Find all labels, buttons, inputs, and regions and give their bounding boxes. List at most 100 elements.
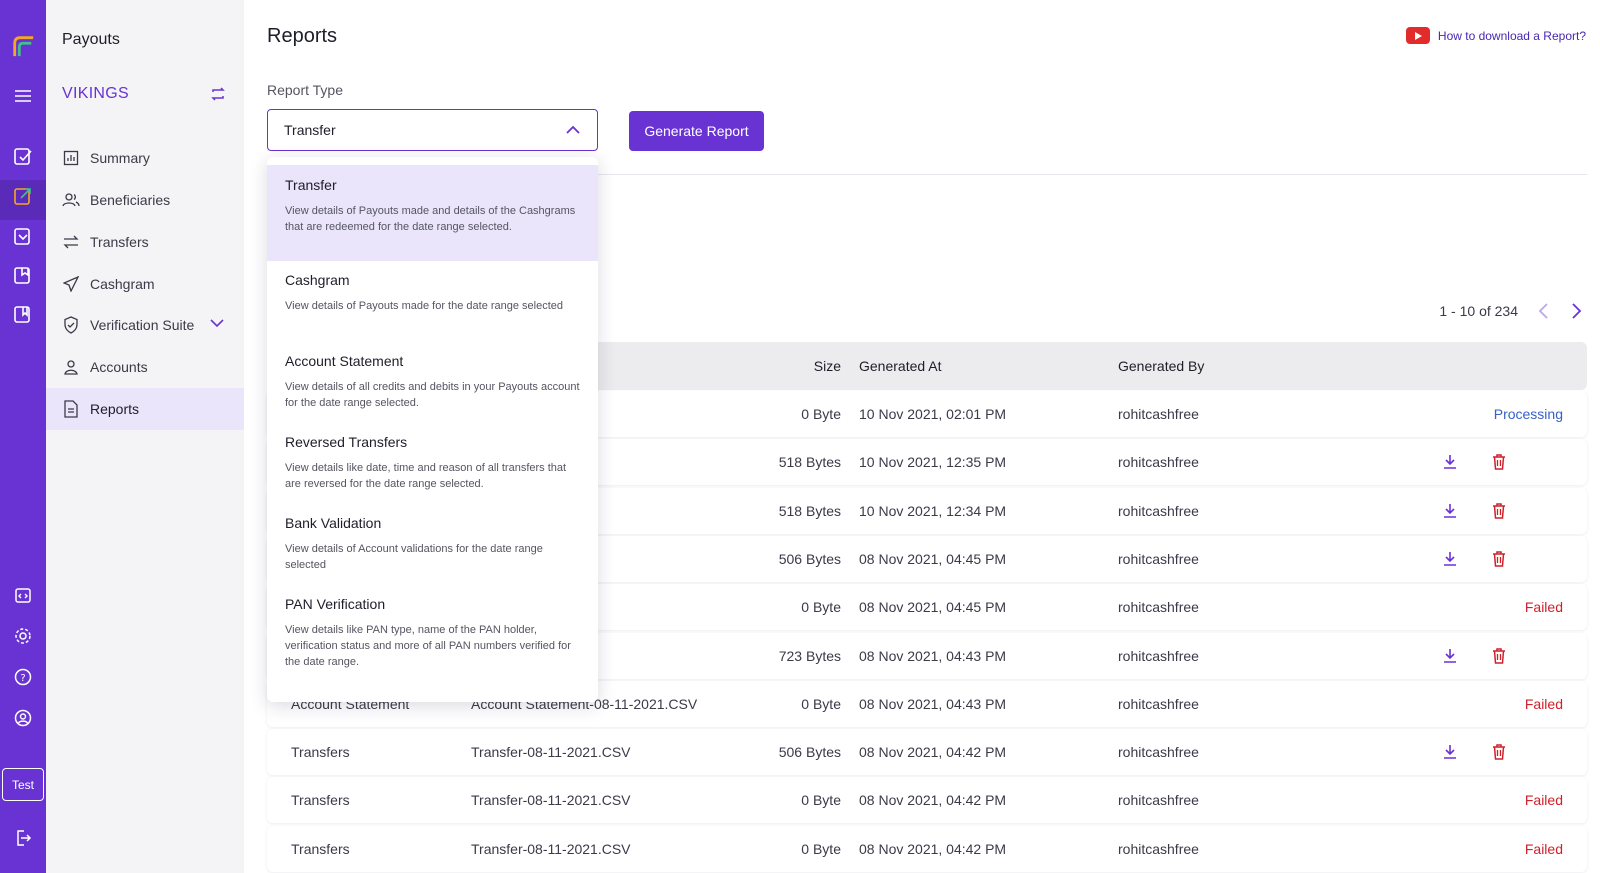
- chevron-up-icon: [565, 122, 581, 141]
- help-icon[interactable]: ?: [11, 665, 35, 689]
- cell-file-name: Transfer-08-11-2021.CSV: [471, 792, 631, 809]
- cell-generated-by: rohitcashfree: [1118, 550, 1199, 567]
- option-bank-validation[interactable]: Bank Validation View details of Account …: [267, 504, 598, 585]
- status-text: Failed: [1524, 695, 1563, 712]
- delete-icon[interactable]: [1492, 439, 1506, 485]
- next-page-icon[interactable]: [1568, 302, 1586, 320]
- sidebar-item-beneficiaries[interactable]: Beneficiaries: [46, 179, 244, 221]
- delete-icon[interactable]: [1492, 488, 1506, 534]
- help-link[interactable]: How to download a Report?: [1405, 27, 1586, 44]
- report-type-label: Report Type: [267, 82, 344, 98]
- logout-icon[interactable]: [11, 826, 35, 850]
- pagination-range: 1 - 10 of 234: [1439, 303, 1518, 319]
- payouts-icon[interactable]: [11, 184, 35, 208]
- test-mode-label: Test: [11, 777, 34, 792]
- collections-icon[interactable]: [11, 224, 35, 248]
- delete-icon[interactable]: [1492, 729, 1506, 775]
- menu-icon[interactable]: [11, 84, 35, 108]
- sidebar-item-cashgram[interactable]: Cashgram: [46, 263, 244, 305]
- cell-generated-by: rohitcashfree: [1118, 502, 1199, 519]
- option-desc: View details of Payouts made for the dat…: [285, 300, 564, 312]
- cell-generated-by: rohitcashfree: [1118, 599, 1199, 616]
- option-pan-verification[interactable]: PAN Verification View details like PAN t…: [267, 585, 598, 695]
- developers-icon[interactable]: [11, 583, 35, 607]
- option-desc: View details of Account validations for …: [285, 543, 543, 571]
- prev-page-icon[interactable]: [1534, 302, 1552, 320]
- option-title: Reversed Transfers: [285, 434, 408, 450]
- switch-account-icon[interactable]: [210, 86, 226, 107]
- sidebar-item-label: Summary: [90, 150, 150, 166]
- icon-rail: ? Test: [0, 0, 46, 873]
- sidebar-item-label: Beneficiaries: [90, 192, 171, 208]
- cell-generated-by: rohitcashfree: [1118, 647, 1199, 664]
- report-type-select[interactable]: Transfer: [267, 109, 598, 151]
- table-row: Transfers Transfer-08-11-2021.CSV 0 Byte 08…: [267, 777, 1587, 824]
- ledger-icon[interactable]: [11, 302, 35, 326]
- cell-size: 506 Bytes: [778, 744, 841, 761]
- cell-generated-at: 10 Nov 2021, 02:01 PM: [859, 406, 1007, 422]
- cell-report-type: Transfers: [291, 792, 350, 809]
- invoices-icon[interactable]: [11, 263, 35, 287]
- sidebar-item-verification-suite[interactable]: Verification Suite: [46, 304, 244, 346]
- cell-generated-at: 08 Nov 2021, 04:43 PM: [859, 647, 1007, 664]
- sidebar-item-accounts[interactable]: Accounts: [46, 346, 244, 388]
- option-cashgram[interactable]: Cashgram View details of Payouts made fo…: [267, 261, 598, 342]
- header-generated-at: Generated At: [859, 358, 942, 374]
- pagination: 1 - 10 of 234: [1439, 302, 1586, 320]
- payments-icon[interactable]: [11, 144, 35, 168]
- cell-size: 518 Bytes: [778, 502, 841, 519]
- option-title: Transfer: [285, 177, 337, 193]
- status-text: Failed: [1524, 840, 1563, 857]
- merchant-name: VIKINGS: [62, 85, 130, 102]
- cell-generated-at: 10 Nov 2021, 12:35 PM: [859, 454, 1007, 471]
- header-generated-by: Generated By: [1118, 358, 1205, 374]
- cell-size: 0 Byte: [801, 695, 841, 712]
- sidebar-item-transfers[interactable]: Transfers: [46, 221, 244, 263]
- cell-generated-by: rohitcashfree: [1118, 695, 1199, 712]
- cell-size: 0 Byte: [801, 406, 841, 422]
- cell-generated-at: 08 Nov 2021, 04:42 PM: [859, 840, 1007, 857]
- cell-file-name: Transfer-08-11-2021.CSV: [471, 840, 631, 857]
- cell-generated-at: 08 Nov 2021, 04:45 PM: [859, 599, 1007, 616]
- download-icon[interactable]: [1443, 633, 1457, 679]
- option-reversed-transfers[interactable]: Reversed Transfers View details like dat…: [267, 423, 598, 504]
- chevron-down-icon[interactable]: [210, 316, 224, 333]
- option-account-statement[interactable]: Account Statement View details of all cr…: [267, 342, 598, 423]
- cell-report-type: Transfers: [291, 840, 350, 857]
- sidebar-item-summary[interactable]: Summary: [46, 137, 244, 179]
- download-icon[interactable]: [1443, 488, 1457, 534]
- cell-generated-at: 08 Nov 2021, 04:45 PM: [859, 550, 1007, 567]
- app-logo-icon[interactable]: [11, 34, 35, 58]
- transfer-arrows-icon: [62, 233, 80, 251]
- delete-icon[interactable]: [1492, 633, 1506, 679]
- cell-size: 518 Bytes: [778, 454, 841, 471]
- download-icon[interactable]: [1443, 536, 1457, 582]
- main-content: Reports How to download a Report? Report…: [244, 0, 1600, 873]
- shield-check-icon: [62, 316, 80, 334]
- report-type-dropdown: Transfer View details of Payouts made an…: [267, 157, 598, 702]
- sidebar-item-label: Accounts: [90, 359, 148, 375]
- generate-report-label: Generate Report: [644, 123, 749, 139]
- download-icon[interactable]: [1443, 729, 1457, 775]
- download-icon[interactable]: [1443, 439, 1457, 485]
- sidebar-item-reports[interactable]: Reports: [46, 388, 244, 430]
- cell-report-type: Transfers: [291, 744, 350, 761]
- option-title: Cashgram: [285, 272, 350, 288]
- option-transfer[interactable]: Transfer View details of Payouts made an…: [267, 165, 598, 261]
- cell-generated-by: rohitcashfree: [1118, 840, 1199, 857]
- profile-icon[interactable]: [11, 706, 35, 730]
- status-text: Failed: [1524, 599, 1563, 616]
- option-desc: View details of all credits and debits i…: [285, 381, 580, 409]
- cell-size: 506 Bytes: [778, 550, 841, 567]
- generate-report-button[interactable]: Generate Report: [629, 111, 764, 151]
- cell-generated-at: 08 Nov 2021, 04:42 PM: [859, 792, 1007, 809]
- cell-file-name: Transfer-08-11-2021.CSV: [471, 744, 631, 761]
- option-title: PAN Verification: [285, 596, 386, 612]
- option-desc: View details like date, time and reason …: [285, 462, 567, 490]
- delete-icon[interactable]: [1492, 536, 1506, 582]
- test-mode-button[interactable]: Test: [2, 768, 44, 801]
- user-icon: [62, 358, 80, 376]
- option-desc: View details of Payouts made and details…: [285, 205, 576, 233]
- settings-icon[interactable]: [11, 624, 35, 648]
- status-text: Processing: [1493, 406, 1563, 422]
